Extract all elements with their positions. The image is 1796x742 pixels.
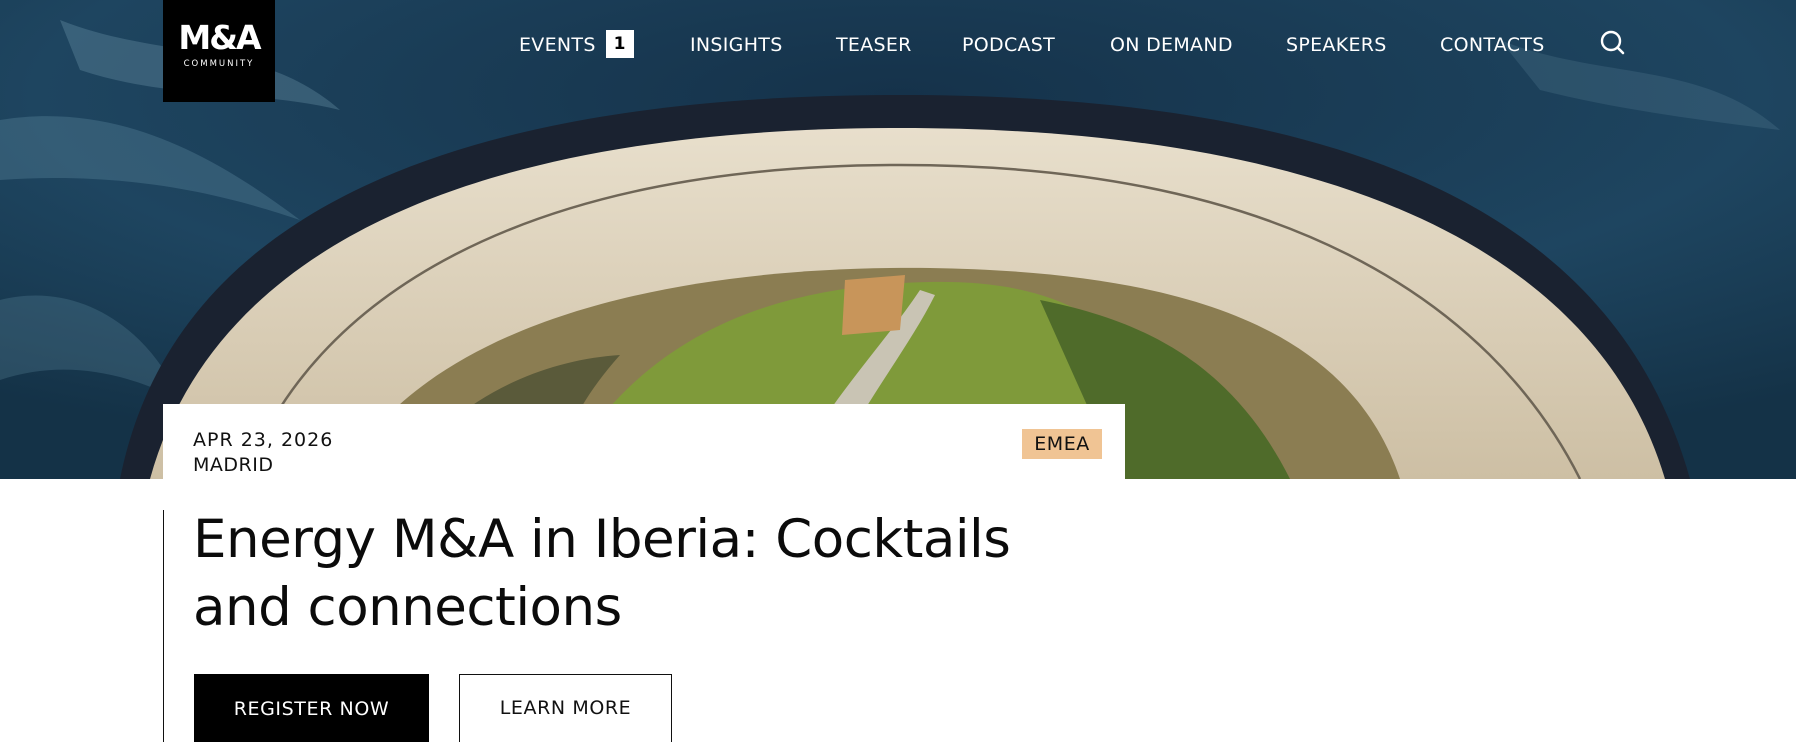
nav-item-podcast[interactable]: PODCAST xyxy=(962,30,1055,60)
nav-item-events[interactable]: EVENTS 1 xyxy=(519,30,634,60)
event-date: APR 23, 2026 xyxy=(193,429,334,451)
search-icon[interactable] xyxy=(1598,29,1628,59)
content-divider xyxy=(163,510,164,742)
nav-item-speakers[interactable]: SPEAKERS xyxy=(1286,30,1387,60)
nav-item-label: EVENTS xyxy=(519,34,596,56)
nav-item-on-demand[interactable]: ON DEMAND xyxy=(1110,30,1233,60)
nav-item-contacts[interactable]: CONTACTS xyxy=(1440,30,1545,60)
event-city: MADRID xyxy=(193,454,274,476)
register-now-button[interactable]: REGISTER NOW xyxy=(194,674,429,742)
event-title: Energy M&A in Iberia: Cocktails and conn… xyxy=(193,509,1011,638)
region-tag: EMEA xyxy=(1022,429,1102,459)
event-card: APR 23, 2026 MADRID EMEA xyxy=(163,404,1125,479)
learn-more-button[interactable]: LEARN MORE xyxy=(459,674,672,742)
events-count-badge: 1 xyxy=(605,30,634,58)
logo-subtitle: COMMUNITY xyxy=(183,59,255,69)
nav-item-insights[interactable]: INSIGHTS xyxy=(690,30,783,60)
main-nav: EVENTS 1 INSIGHTS TEASER PODCAST ON DEMAN… xyxy=(0,30,1796,60)
nav-item-teaser[interactable]: TEASER xyxy=(836,30,912,60)
